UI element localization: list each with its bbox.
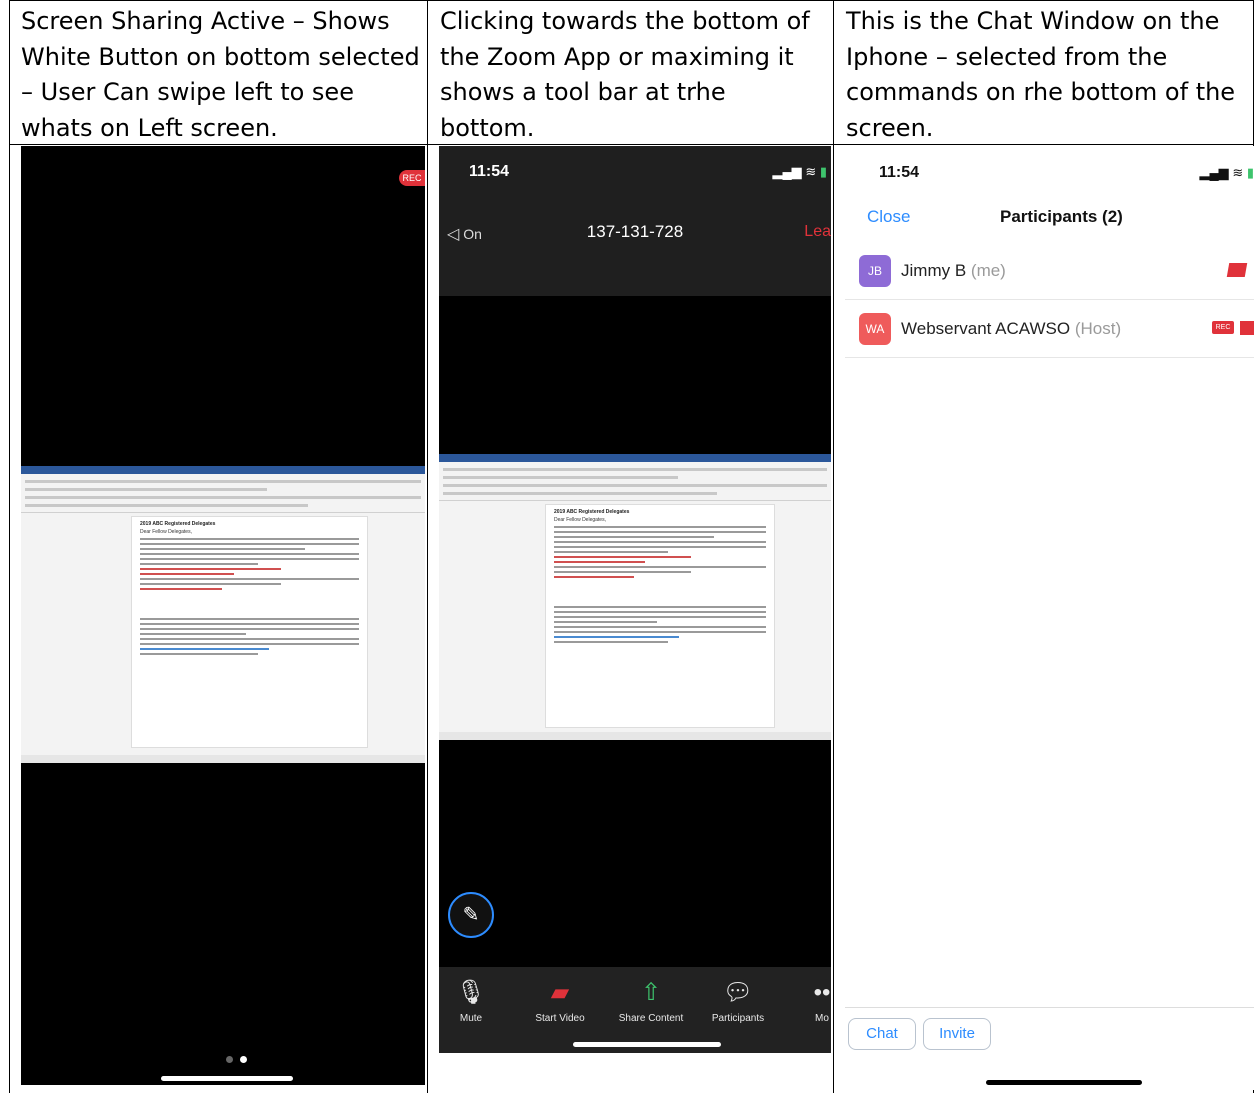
start-video-button[interactable]: ▰ Start Video [525, 979, 595, 1024]
start-video-label: Start Video [535, 1013, 585, 1024]
chat-bubble-icon: 💬︎ [722, 979, 754, 1006]
more-icon: •• [813, 979, 831, 1006]
status-time: 11:54 [469, 163, 510, 180]
participants-button[interactable]: 💬︎ Participants [705, 979, 771, 1024]
page-dot-1[interactable] [226, 1056, 233, 1063]
microphone-icon: 🎙︎ [455, 979, 487, 1006]
word-ribbon [439, 462, 831, 501]
word-titlebar [439, 454, 831, 462]
participant-name: Jimmy B (me) [901, 261, 1006, 281]
invite-button[interactable]: Invite [923, 1018, 991, 1050]
document-greeting: Dear Fellow Delegates, [554, 517, 606, 523]
avatar: WA [859, 313, 891, 345]
more-button[interactable]: •• Mo [807, 979, 831, 1024]
table-border-top [9, 0, 1254, 1]
share-content-button[interactable]: ⇧ Share Content [611, 979, 691, 1024]
home-indicator[interactable] [573, 1042, 721, 1047]
video-off-icon[interactable] [1240, 321, 1254, 335]
avatar: JB [859, 255, 891, 287]
screen-share-view: REC 2019 ABC Registered Delegates Dear F… [21, 146, 425, 1085]
mute-label: Mute [459, 1013, 483, 1024]
participant-tag: (me) [970, 261, 1006, 280]
signal-icon: ▂▄▆ [1199, 165, 1229, 180]
document-title: 2019 ABC Registered Delegates [140, 521, 216, 527]
mute-button[interactable]: 🎙︎ Mute [445, 979, 497, 1024]
participant-name: Webservant ACAWSO (Host) [901, 319, 1121, 339]
participants-label: Participants [711, 1013, 765, 1024]
word-ribbon [21, 474, 425, 513]
table-border-left [9, 0, 10, 1093]
home-indicator[interactable] [986, 1080, 1142, 1085]
word-titlebar [21, 466, 425, 474]
participant-name-text: Webservant ACAWSO [901, 319, 1071, 338]
chat-button[interactable]: Chat [848, 1018, 916, 1050]
document-page: 2019 ABC Registered Delegates Dear Fello… [131, 516, 368, 748]
participant-row[interactable]: JB Jimmy B (me) [845, 241, 1254, 300]
caption-chat-window: This is the Chat Window on the Iphone – … [846, 7, 1236, 142]
document-greeting: Dear Fellow Delegates, [140, 529, 192, 535]
document-title: 2019 ABC Registered Delegates [554, 509, 630, 515]
status-time: 11:54 [879, 164, 920, 181]
video-area-bottom [439, 740, 831, 967]
share-icon: ⇧ [640, 979, 662, 1006]
leave-button[interactable]: Lea [804, 223, 831, 241]
wifi-icon: ≋ [805, 164, 817, 179]
participant-tag: (Host) [1074, 319, 1122, 338]
caption-screen-sharing: Screen Sharing Active – Shows White Butt… [21, 7, 420, 142]
participants-view: 11:54 ▂▄▆ ≋ ▮ Close Participants (2) JB … [845, 146, 1254, 1090]
recording-badge: REC [1212, 321, 1234, 334]
participant-row[interactable]: WA Webservant ACAWSO (Host) REC [845, 299, 1254, 358]
meeting-id: 137-131-728 [586, 222, 684, 241]
video-off-icon: ▰ [550, 979, 570, 1006]
zoom-meeting-view: 11:54 ▂▄▆ ≋ ▮ ◁ On 137-131-728 Lea 2019 … [439, 146, 831, 1053]
home-indicator[interactable] [161, 1076, 293, 1081]
status-icons: ▂▄▆ ≋ ▮ [1199, 165, 1254, 181]
caption-toolbar: Clicking towards the bottom of the Zoom … [440, 7, 810, 142]
shared-document[interactable]: 2019 ABC Registered Delegates Dear Fello… [21, 466, 425, 763]
page-dot-2-selected[interactable] [240, 1056, 247, 1063]
word-status-bar [21, 755, 425, 763]
participants-title: Participants (2) [1000, 207, 1123, 226]
battery-icon: ▮ [819, 164, 827, 179]
close-button[interactable]: Close [867, 207, 910, 227]
video-area-top [439, 296, 831, 454]
wifi-icon: ≋ [1232, 165, 1244, 180]
signal-icon: ▂▄▆ [772, 164, 802, 179]
battery-icon: ▮ [1246, 165, 1254, 180]
participant-name-text: Jimmy B [901, 261, 967, 280]
meeting-toolbar: 🎙︎ Mute ▰ Start Video ⇧ Share Content 💬︎… [439, 967, 831, 1053]
table-border-mid2 [833, 0, 834, 1093]
annotate-pencil-icon[interactable]: ✎ [448, 892, 494, 938]
word-status-bar [439, 732, 831, 740]
share-content-label: Share Content [618, 1013, 684, 1024]
shared-document[interactable]: 2019 ABC Registered Delegates Dear Fello… [439, 454, 831, 740]
recording-badge: REC [399, 170, 425, 186]
video-off-icon[interactable] [1226, 263, 1248, 277]
document-page: 2019 ABC Registered Delegates Dear Fello… [545, 504, 775, 728]
status-icons: ▂▄▆ ≋ ▮ [772, 164, 827, 180]
more-label: Mo [815, 1013, 829, 1024]
table-border-mid1 [427, 0, 428, 1093]
footer-divider [845, 1007, 1254, 1008]
